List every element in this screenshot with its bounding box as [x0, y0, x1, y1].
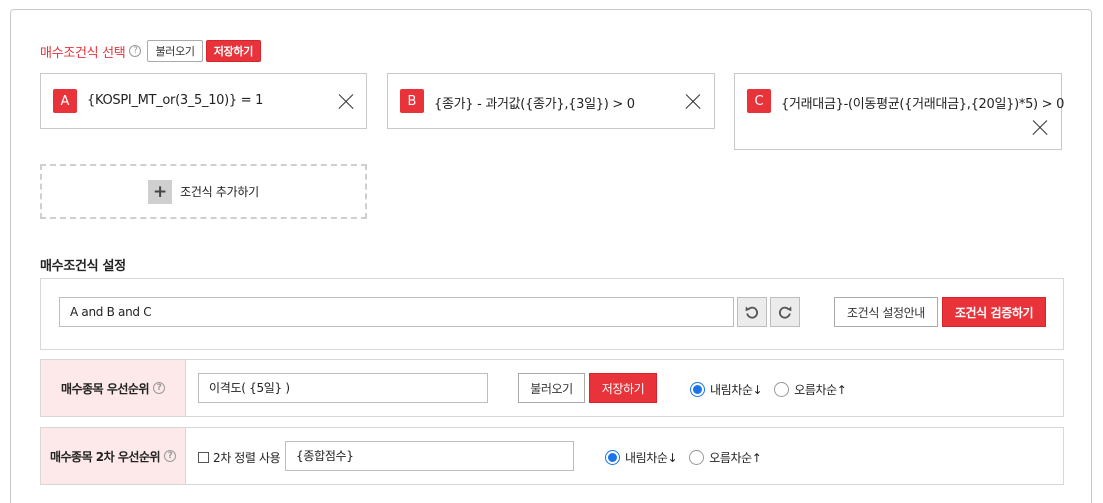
help-icon[interactable]: ?	[164, 450, 177, 462]
desc-radio-label[interactable]: 내림차순↓	[710, 381, 763, 398]
priority-sort-group: 내림차순↓ 오름차순↑	[690, 381, 858, 398]
formula-input[interactable]: A and B and C	[59, 297, 734, 327]
close-icon[interactable]	[685, 94, 701, 110]
asc-radio-label[interactable]: 오름차순↑	[709, 449, 762, 466]
help-icon[interactable]: ?	[153, 382, 165, 394]
priority-row: 매수종목 우선순위 ? 이격도( {5일} ) 불러오기 저장하기 내림차순↓ …	[40, 359, 1064, 417]
help-icon[interactable]: ?	[129, 45, 142, 57]
condition-guide-button[interactable]: 조건식 설정안내	[834, 297, 938, 327]
asc-radio[interactable]	[689, 450, 705, 465]
priority-label-cell: 매수종목 우선순위 ?	[41, 360, 186, 416]
buy-condition-header: 매수조건식 선택 ? 불러오기 저장하기	[40, 40, 262, 62]
undo-button[interactable]	[737, 297, 767, 327]
verify-condition-button[interactable]: 조건식 검증하기	[942, 297, 1046, 327]
save-condition-button[interactable]: 저장하기	[205, 40, 262, 62]
close-icon[interactable]	[1032, 120, 1048, 136]
condition-badge: C	[747, 89, 771, 113]
condition-badge: B	[400, 89, 424, 113]
condition-formula: {거래대금}-(이동평균({거래대금},{20일})*5) > 0	[781, 97, 1065, 112]
secondary-sort-label[interactable]: 2차 정렬 사용	[213, 449, 281, 466]
plus-icon: +	[148, 179, 173, 204]
secondary-sort-checkbox[interactable]	[198, 452, 209, 463]
undo-icon	[745, 306, 758, 319]
desc-radio-label[interactable]: 내림차순↓	[625, 449, 678, 466]
priority-input[interactable]: 이격도( {5일} )	[198, 373, 488, 403]
priority2-row: 매수종목 2차 우선순위 ? 2차 정렬 사용 {종합점수} 내림차순↓ 오름차…	[40, 427, 1064, 485]
priority-load-button[interactable]: 불러오기	[518, 373, 585, 403]
formula-settings-box: A and B and C 조건식 설정안내 조건식 검증하기	[40, 278, 1064, 350]
settings-title: 매수조건식 설정	[40, 259, 126, 274]
priority2-input[interactable]: {종합점수}	[285, 441, 574, 471]
add-condition-label: 조건식 추가하기	[180, 185, 259, 199]
priority-save-button[interactable]: 저장하기	[589, 373, 657, 403]
condition-formula: {KOSPI_MT_or(3_5_10)} = 1	[87, 93, 264, 108]
close-icon[interactable]	[338, 94, 354, 110]
condition-formula: {종가} - 과거값({종가},{3일}) > 0	[434, 97, 635, 112]
section-title: 매수조건식 선택	[40, 45, 126, 61]
condition-badge: A	[53, 89, 77, 113]
priority2-label: 매수종목 2차 우선순위	[49, 449, 161, 464]
desc-radio[interactable]	[690, 382, 705, 397]
redo-button[interactable]	[770, 297, 800, 327]
redo-icon	[779, 306, 792, 319]
condition-card-a[interactable]: A {KOSPI_MT_or(3_5_10)} = 1	[40, 73, 367, 129]
priority-label: 매수종목 우선순위	[61, 381, 150, 396]
asc-radio-label[interactable]: 오름차순↑	[794, 381, 847, 398]
load-condition-button[interactable]: 불러오기	[147, 40, 203, 62]
asc-radio[interactable]	[774, 382, 790, 397]
priority2-sort-group: 내림차순↓ 오름차순↑	[605, 449, 773, 466]
add-condition-button[interactable]: + 조건식 추가하기	[40, 164, 367, 219]
secondary-sort-toggle[interactable]: 2차 정렬 사용	[198, 449, 281, 466]
condition-card-c[interactable]: C {거래대금}-(이동평균({거래대금},{20일})*5) > 0	[734, 73, 1065, 150]
desc-radio[interactable]	[605, 450, 620, 465]
priority2-label-cell: 매수종목 2차 우선순위 ?	[41, 428, 186, 484]
condition-card-b[interactable]: B {종가} - 과거값({종가},{3일}) > 0	[387, 73, 715, 129]
